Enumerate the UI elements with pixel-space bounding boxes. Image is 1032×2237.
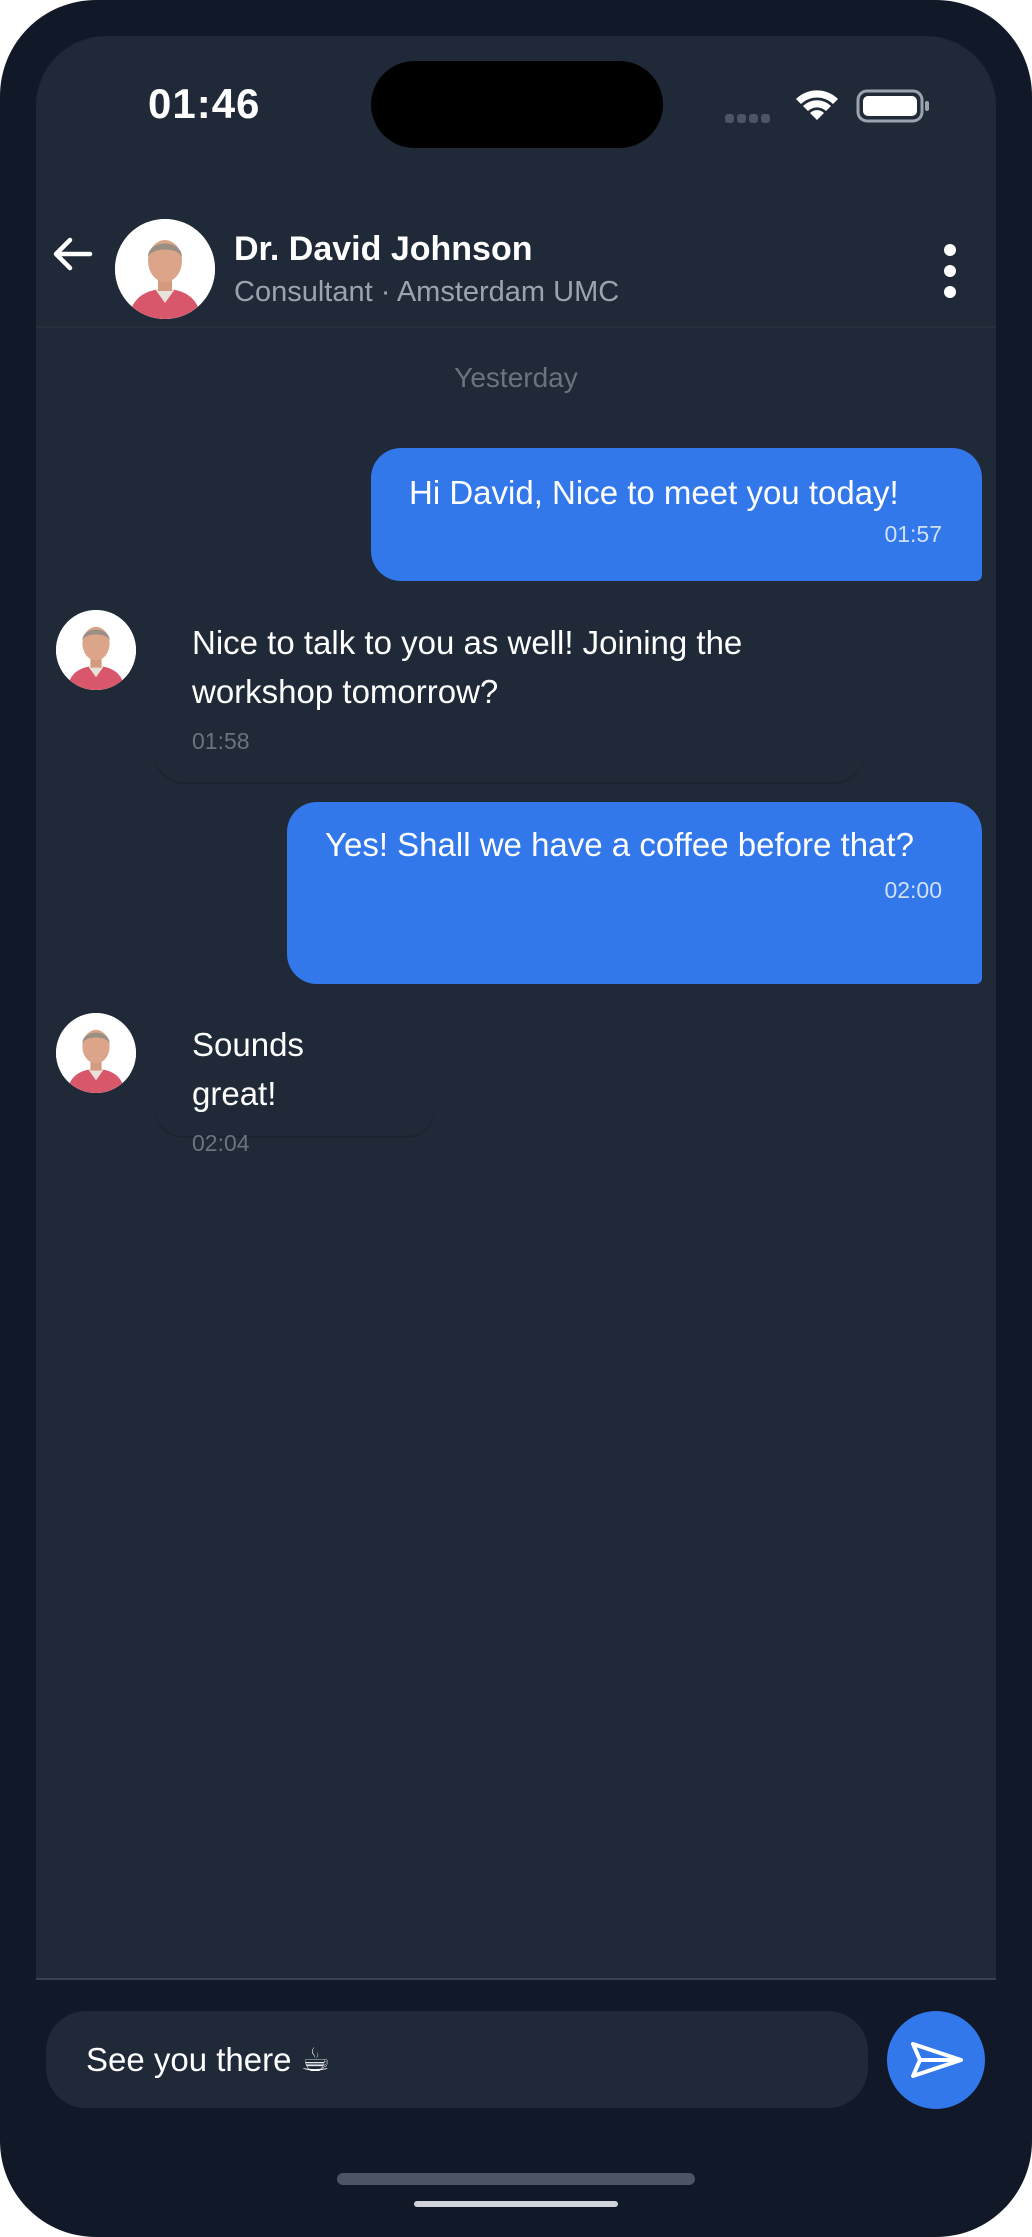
message-time: 02:00 xyxy=(884,877,942,903)
wifi-icon xyxy=(796,90,838,120)
contact-avatar[interactable] xyxy=(115,219,215,319)
message-time: 01:58 xyxy=(192,728,250,754)
contact-avatar[interactable] xyxy=(56,610,136,690)
dynamic-island xyxy=(371,61,663,148)
cellular-signal-icon xyxy=(725,110,773,128)
chat-screen: 01:46 Dr. David Johnson Consultant · Ams… xyxy=(36,36,996,2201)
home-indicator-bar xyxy=(414,2201,618,2207)
message-text: Sounds great! xyxy=(192,1026,304,1112)
message-text: Nice to talk to you as well! Joining the… xyxy=(192,624,743,710)
send-button[interactable] xyxy=(887,2011,985,2109)
message-outgoing[interactable]: Hi David, Nice to meet you today! 01:57 xyxy=(371,448,982,581)
day-separator: Yesterday xyxy=(454,362,578,393)
vertical-dots-icon[interactable] xyxy=(940,244,960,298)
message-time: 01:57 xyxy=(884,521,942,547)
message-text: Yes! Shall we have a coffee before that? xyxy=(325,826,914,863)
arrow-left-icon[interactable] xyxy=(46,228,98,280)
message-outgoing[interactable]: Yes! Shall we have a coffee before that?… xyxy=(287,802,982,984)
chat-header: Dr. David Johnson Consultant · Amsterdam… xyxy=(36,178,996,328)
status-time: 01:46 xyxy=(148,80,261,127)
message-incoming[interactable]: Sounds great! 02:04 xyxy=(154,1006,436,1156)
paper-plane-icon xyxy=(911,2042,963,2078)
message-incoming[interactable]: Nice to talk to you as well! Joining the… xyxy=(154,604,864,782)
battery-icon xyxy=(856,89,929,123)
message-text: Hi David, Nice to meet you today! xyxy=(409,474,899,511)
phone-frame: 01:46 Dr. David Johnson Consultant · Ams… xyxy=(0,0,1032,2237)
home-indicator xyxy=(337,2173,695,2185)
contact-avatar[interactable] xyxy=(56,1013,136,1093)
message-input[interactable] xyxy=(46,2011,868,2108)
contact-subtitle: Consultant · Amsterdam UMC xyxy=(234,276,620,308)
contact-name: Dr. David Johnson xyxy=(234,230,533,268)
message-time: 02:04 xyxy=(192,1130,250,1156)
